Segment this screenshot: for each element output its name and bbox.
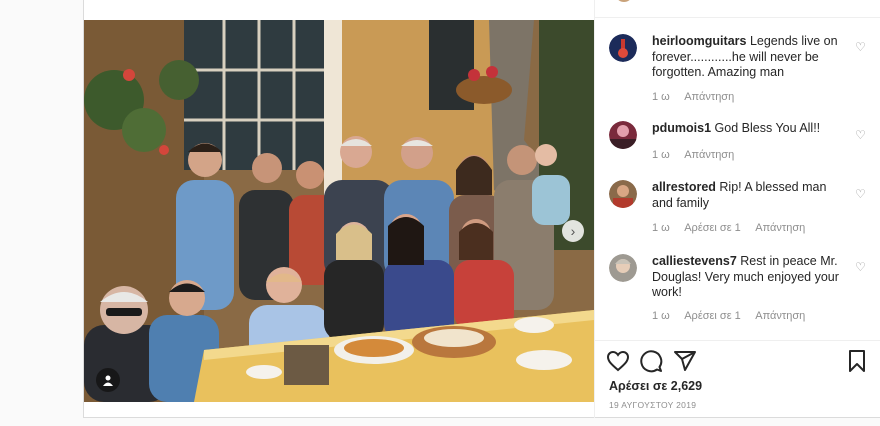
comment-like-heart-icon[interactable]: ♡: [855, 128, 866, 142]
comment-username[interactable]: heirloomguitars: [652, 34, 746, 48]
avatar[interactable]: [617, 0, 631, 2]
comment-meta: 1 ω Αρέσει σε 1 Απάντηση: [652, 222, 817, 234]
next-image-button[interactable]: ›: [562, 220, 584, 242]
avatar[interactable]: [609, 254, 637, 282]
post-date[interactable]: 19 ΑΥΓΟΥΣΤΟΥ 2019: [609, 400, 696, 410]
comment-username[interactable]: calliestevens7: [652, 254, 737, 268]
family-photo-illustration: [84, 20, 594, 402]
share-icon[interactable]: [673, 349, 697, 373]
post-photo[interactable]: ›: [84, 20, 594, 402]
comment-likes[interactable]: Αρέσει σε 1: [684, 310, 741, 322]
post-header-strip: [595, 0, 880, 18]
bookmark-icon[interactable]: [845, 349, 869, 373]
comment-text: pdumois1 God Bless You All!!: [652, 121, 844, 137]
comment-meta: 1 ω Αρέσει σε 1 Απάντηση: [652, 310, 817, 322]
reply-button[interactable]: Απάντηση: [684, 149, 734, 161]
instagram-post: › heirloomguitars Legends live on foreve…: [83, 0, 880, 418]
comment-username[interactable]: allrestored: [652, 180, 716, 194]
comment-text: heirloomguitars Legends live on forever.…: [652, 34, 844, 81]
comment-like-heart-icon[interactable]: ♡: [855, 40, 866, 54]
comment-time[interactable]: 1 ω: [652, 222, 670, 234]
reply-button[interactable]: Απάντηση: [684, 91, 734, 103]
comment-username[interactable]: pdumois1: [652, 121, 711, 135]
likes-count[interactable]: Αρέσει σε 2,629: [609, 379, 702, 393]
comment-time[interactable]: 1 ω: [652, 91, 670, 103]
post-actions: Αρέσει σε 2,629 19 ΑΥΓΟΥΣΤΟΥ 2019: [595, 340, 880, 420]
user-tags-button[interactable]: [96, 368, 120, 392]
comment-like-heart-icon[interactable]: ♡: [855, 260, 866, 274]
user-tag-icon: [103, 375, 113, 386]
comment-meta: 1 ω Απάντηση: [652, 149, 746, 161]
reply-button[interactable]: Απάντηση: [755, 222, 805, 234]
comment-text: allrestored Rip! A blessed man and famil…: [652, 180, 844, 211]
avatar[interactable]: [609, 121, 637, 149]
comment-like-heart-icon[interactable]: ♡: [855, 187, 866, 201]
comment-time[interactable]: 1 ω: [652, 310, 670, 322]
reply-button[interactable]: Απάντηση: [755, 310, 805, 322]
avatar[interactable]: [609, 180, 637, 208]
comment-meta: 1 ω Απάντηση: [652, 91, 746, 103]
comment-content: God Bless You All!!: [714, 121, 821, 135]
comment-text: calliestevens7 Rest in peace Mr. Douglas…: [652, 254, 844, 301]
post-sidebar: heirloomguitars Legends live on forever.…: [594, 0, 880, 418]
avatar[interactable]: [609, 34, 637, 62]
heart-icon[interactable]: [606, 349, 630, 373]
chevron-right-icon: ›: [570, 223, 576, 239]
comment-likes[interactable]: Αρέσει σε 1: [684, 222, 741, 234]
comment-icon[interactable]: [639, 349, 663, 373]
comment-time[interactable]: 1 ω: [652, 149, 670, 161]
